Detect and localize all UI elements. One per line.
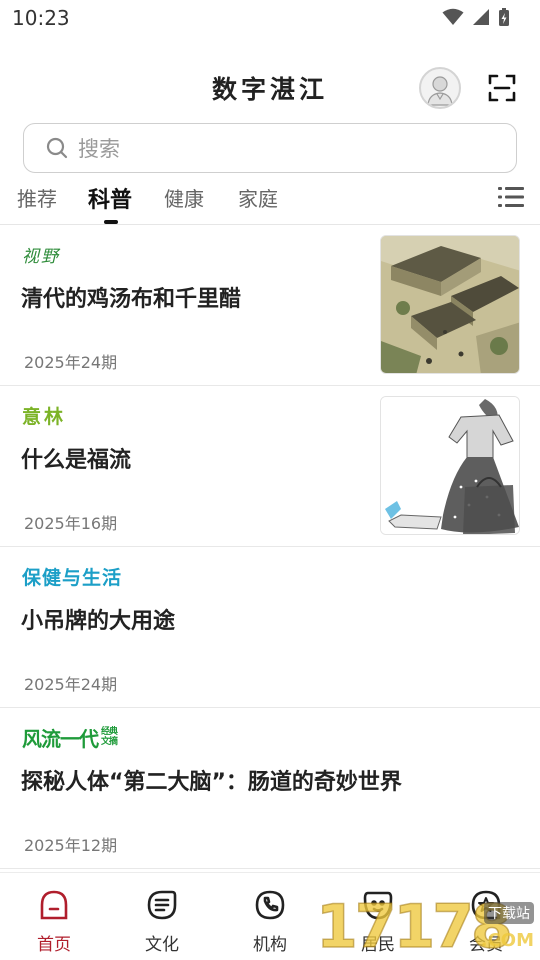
article-issue: 2025年16期: [24, 514, 118, 533]
article-item[interactable]: 视野 清代的鸡汤布和千里醋 2025年24期: [0, 225, 540, 386]
magazine-subtitle: 经典文摘: [101, 727, 118, 747]
nav-culture[interactable]: 文化: [108, 873, 216, 960]
nav-label: 文化: [145, 935, 179, 955]
user-avatar-icon[interactable]: [419, 67, 461, 109]
status-bar: 10:23: [0, 0, 540, 36]
article-title: 小吊牌的大用途: [21, 609, 176, 634]
magazine-name: 保健与生活: [22, 566, 123, 589]
nav-label: 会员: [469, 935, 503, 955]
magazine-name: 风流一代: [22, 726, 99, 751]
nav-home[interactable]: 首页: [0, 873, 108, 960]
scan-button[interactable]: [488, 74, 516, 102]
signal-icon: [473, 9, 489, 25]
tab-recommend[interactable]: 推荐: [17, 183, 57, 212]
search-input[interactable]: 搜索: [23, 123, 517, 173]
tab-family[interactable]: 家庭: [238, 183, 278, 212]
app-header: 数字湛江: [0, 60, 540, 116]
search-icon: [46, 137, 68, 159]
phone-icon: [255, 890, 285, 920]
nav-institution[interactable]: 机构: [216, 873, 324, 960]
wifi-icon: [442, 8, 464, 25]
list-menu-icon[interactable]: [498, 186, 524, 208]
historical-painting-thumbnail: [380, 235, 520, 374]
culture-icon: [147, 890, 177, 920]
article-issue: 2025年24期: [24, 675, 118, 694]
magazine-logo: 视野: [22, 239, 60, 269]
article-item[interactable]: 意林 什么是福流 2025年16期: [0, 386, 540, 547]
article-item[interactable]: 风流一代 经典文摘 探秘人体“第二大脑”：肠道的奇妙世界 2025年12期: [0, 708, 540, 869]
scan-icon: [488, 74, 516, 102]
nav-label: 居民: [361, 935, 395, 955]
article-title: 探秘人体“第二大脑”：肠道的奇妙世界: [21, 770, 402, 795]
magazine-name: 视野: [22, 246, 60, 267]
magazine-logo: 风流一代 经典文摘: [22, 722, 123, 752]
article-issue: 2025年24期: [24, 353, 118, 372]
nav-label: 机构: [253, 935, 287, 955]
search-placeholder: 搜索: [78, 137, 120, 161]
status-icons: [442, 7, 510, 27]
magazine-logo: 保健与生活: [22, 561, 122, 591]
nav-resident[interactable]: 居民: [324, 873, 432, 960]
resident-icon: [363, 891, 393, 920]
article-issue: 2025年12期: [24, 836, 118, 855]
bottom-navigation: 首页 文化 机构 居民 会员: [0, 872, 540, 960]
article-title: 清代的鸡汤布和千里醋: [21, 287, 242, 312]
status-time: 10:23: [12, 6, 70, 30]
nav-label: 首页: [37, 935, 71, 955]
article-item[interactable]: 保健与生活 小吊牌的大用途 2025年24期: [0, 547, 540, 708]
magazine-logo: 意林: [22, 400, 66, 430]
article-title: 什么是福流: [21, 448, 132, 473]
home-icon: [40, 890, 68, 920]
illustrated-figure-thumbnail: [380, 396, 520, 535]
category-tabs: 推荐 科普 健康 家庭: [0, 176, 540, 224]
nav-member[interactable]: 会员: [432, 873, 540, 960]
magazine-name: 意林: [22, 405, 67, 428]
tab-health[interactable]: 健康: [164, 183, 204, 212]
member-icon: [471, 890, 501, 920]
tab-science[interactable]: 科普: [88, 182, 132, 214]
battery-charging-icon: [499, 8, 509, 26]
